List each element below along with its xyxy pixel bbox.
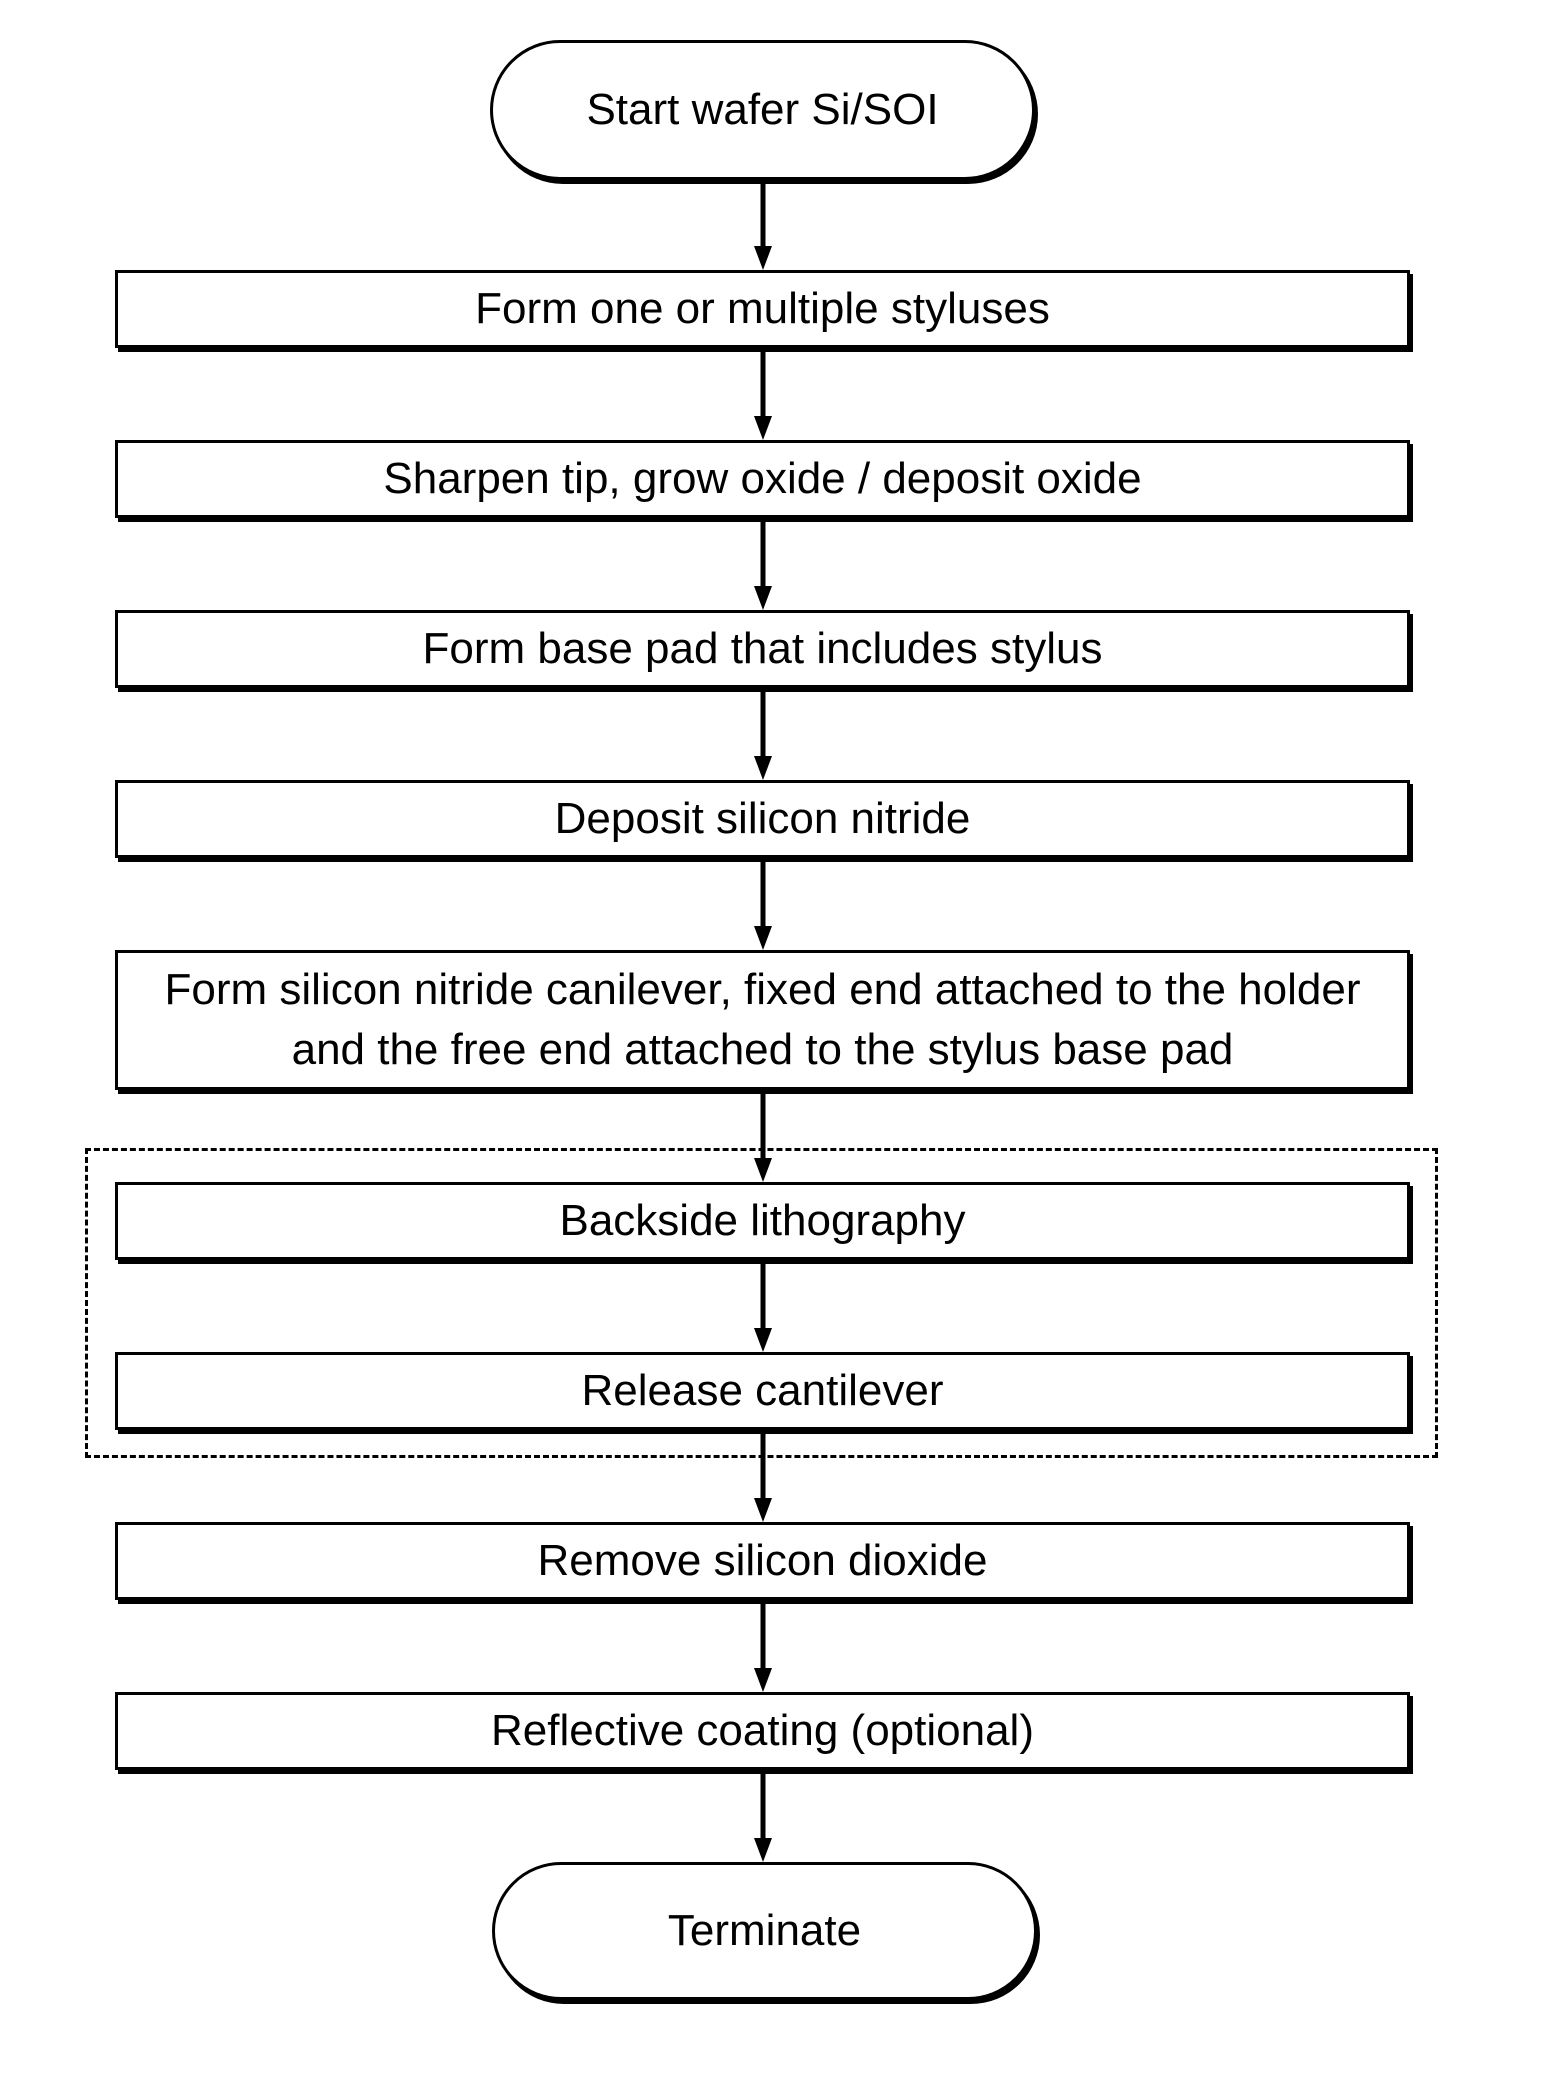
step-label: Form base pad that includes stylus	[422, 624, 1103, 673]
step-sharpen-tip: Sharpen tip, grow oxide / deposit oxide	[115, 440, 1410, 518]
start-label: Start wafer Si/SOI	[586, 85, 939, 134]
step-reflective-coating: Reflective coating (optional)	[115, 1692, 1410, 1770]
step-label: Reflective coating (optional)	[491, 1706, 1034, 1755]
step-form-cantilever: Form silicon nitride canilever, fixed en…	[115, 950, 1410, 1090]
step-deposit-nitride: Deposit silicon nitride	[115, 780, 1410, 858]
arrowhead-icon	[754, 586, 772, 610]
arrowhead-icon	[754, 246, 772, 270]
step-release-cantilever: Release cantilever	[115, 1352, 1410, 1430]
step-label: Release cantilever	[581, 1366, 944, 1415]
flowchart: Start wafer Si/SOI Form one or multiple …	[0, 0, 1543, 2080]
end-terminal: Terminate	[492, 1862, 1037, 2000]
step-remove-dioxide: Remove silicon dioxide	[115, 1522, 1410, 1600]
arrowhead-icon	[754, 756, 772, 780]
arrowhead-icon	[754, 1668, 772, 1692]
arrowhead-icon	[754, 1498, 772, 1522]
start-terminal: Start wafer Si/SOI	[490, 40, 1035, 180]
step-label: Form one or multiple styluses	[475, 284, 1050, 333]
arrowhead-icon	[754, 926, 772, 950]
step-label: Remove silicon dioxide	[537, 1536, 988, 1585]
arrowhead-icon	[754, 416, 772, 440]
step-label: Sharpen tip, grow oxide / deposit oxide	[383, 454, 1142, 503]
arrowhead-icon	[754, 1838, 772, 1862]
step-label: Backside lithography	[559, 1196, 966, 1245]
step-label: Deposit silicon nitride	[554, 794, 971, 843]
step-label: Form silicon nitride canilever, fixed en…	[164, 965, 1361, 1074]
step-form-base-pad: Form base pad that includes stylus	[115, 610, 1410, 688]
step-form-styluses: Form one or multiple styluses	[115, 270, 1410, 348]
end-label: Terminate	[667, 1906, 862, 1955]
step-backside-lithography: Backside lithography	[115, 1182, 1410, 1260]
